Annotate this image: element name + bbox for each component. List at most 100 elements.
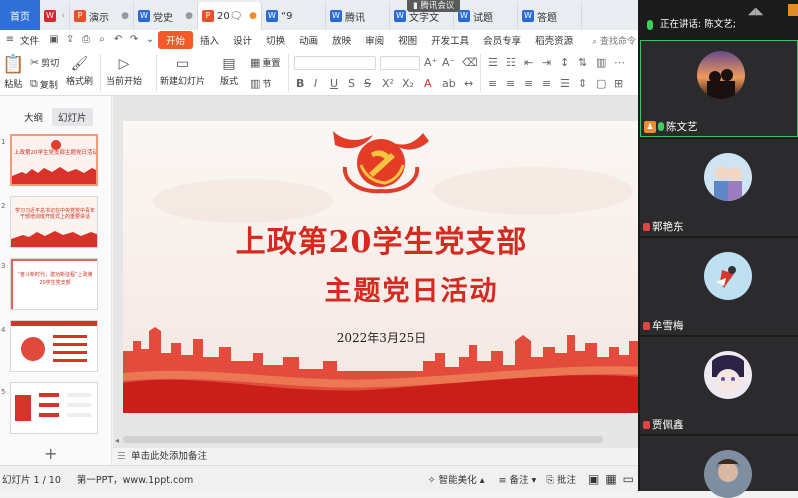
menu-member[interactable]: 会员专享 <box>476 33 528 47</box>
hamburger-menu-icon[interactable]: ≡ <box>3 33 17 47</box>
font-size-field[interactable] <box>380 56 420 70</box>
increase-indent-icon[interactable]: ⇥ <box>542 56 551 69</box>
wps-app-tab[interactable]: W ‹ <box>40 2 70 30</box>
menu-insert[interactable]: 插入 <box>193 33 226 47</box>
menu-review[interactable]: 审阅 <box>358 33 391 47</box>
bullet-list-icon[interactable]: ☰ <box>488 56 498 69</box>
undo-icon[interactable]: ↶ <box>111 33 125 47</box>
tab-close-icon[interactable]: ● <box>185 11 193 21</box>
participant-tile-5[interactable] <box>640 436 798 498</box>
cut-button[interactable]: ✂ 剪切 <box>30 56 59 69</box>
text-highlight-icon[interactable]: ab <box>442 77 456 90</box>
line-spacing-icon[interactable]: ↕ <box>560 56 569 69</box>
section-button[interactable]: ▥ 节 <box>250 77 271 90</box>
columns-icon[interactable]: ▥ <box>596 56 606 69</box>
scroll-left-icon[interactable]: ◂ <box>115 436 119 445</box>
smart-art-icon[interactable]: ⊞ <box>614 77 623 90</box>
print-icon[interactable]: ⎙ <box>79 33 93 47</box>
font-name-field[interactable] <box>294 56 376 70</box>
slide-thumbnail-1[interactable]: 上政第20学生党支部主题党日活动 <box>10 134 98 186</box>
strikethrough-icon[interactable]: S <box>364 77 371 90</box>
align-center-icon[interactable]: ≡ <box>506 77 515 90</box>
export-icon[interactable]: ⇪ <box>63 33 77 47</box>
decrease-indent-icon[interactable]: ⇤ <box>524 56 533 69</box>
reading-view-icon[interactable]: ▭ <box>623 472 634 486</box>
align-right-icon[interactable]: ≡ <box>524 77 533 90</box>
copy-button[interactable]: ⧉ 复制 <box>30 77 58 91</box>
clear-format-icon[interactable]: ⌫ <box>462 56 478 69</box>
menu-design[interactable]: 设计 <box>226 33 259 47</box>
format-painter-button[interactable]: 🖌 格式刷 <box>66 56 93 87</box>
bold-icon[interactable]: B <box>296 77 304 90</box>
italic-icon[interactable]: I <box>314 77 317 90</box>
notes-toggle-button[interactable]: ≡ 备注 ▾ <box>498 472 536 486</box>
menu-home[interactable]: 开始 <box>158 31 194 49</box>
layout-button[interactable]: ▤ 版式 <box>220 56 238 87</box>
slide-date[interactable]: 2022年3月25日 <box>123 329 640 346</box>
slide-thumbnail-4[interactable] <box>10 320 98 372</box>
file-tab-2[interactable]: W 党史 ● <box>134 2 198 30</box>
reset-button[interactable]: ▦ 重置 <box>250 56 280 69</box>
menu-slideshow[interactable]: 放映 <box>325 33 358 47</box>
customize-dropdown-icon[interactable]: ⌄ <box>143 33 157 47</box>
slide-title[interactable]: 上政第20学生党支部 <box>123 217 640 261</box>
grow-font-icon[interactable]: A⁺ <box>424 56 437 69</box>
back-arrow-icon[interactable]: ‹ <box>61 11 65 21</box>
participant-tile-1[interactable]: ♟ 陈文艺 <box>640 40 798 137</box>
home-tab[interactable]: 首页 <box>0 0 40 30</box>
menu-view[interactable]: 视图 <box>391 33 424 47</box>
print-preview-icon[interactable]: ⌕ <box>95 33 109 47</box>
participant-tile-2[interactable]: 郭艳东 <box>640 139 798 236</box>
file-tab-7[interactable]: W 试题 <box>454 2 518 30</box>
tab-outline[interactable]: 大纲 <box>18 108 49 126</box>
slide-thumbnail-3[interactable]: “奋斗新时代，建功新征程”上政第20学生党支部 <box>10 258 98 310</box>
slide-thumbnail-5[interactable] <box>10 382 98 434</box>
paste-button[interactable]: 📋 粘贴 <box>2 54 24 90</box>
redo-icon[interactable]: ↷ <box>127 33 141 47</box>
more-icon[interactable]: ⋯ <box>614 56 625 69</box>
save-icon[interactable]: ▣ <box>47 33 61 47</box>
numbered-list-icon[interactable]: ☷ <box>506 56 516 69</box>
subscript-icon[interactable]: X₂ <box>402 77 414 90</box>
font-color-icon[interactable]: A <box>424 77 432 90</box>
underline-icon[interactable]: U <box>330 77 338 90</box>
char-spacing-icon[interactable]: ↔ <box>464 77 473 90</box>
superscript-icon[interactable]: X² <box>382 77 394 90</box>
text-direction-icon[interactable]: ⇅ <box>578 56 587 69</box>
file-tab-4[interactable]: W “9 <box>262 2 326 30</box>
distribute-icon[interactable]: ☰ <box>560 77 570 90</box>
slide-thumbnail-2[interactable]: 学习习近平总书记在中央党校中青年干部培训班开班式上的重要讲话 <box>10 196 98 248</box>
participant-tile-3[interactable]: 牟雪梅 <box>640 238 798 335</box>
meeting-app-badge[interactable]: ▮ 腾讯会议 <box>407 0 461 12</box>
file-tab-5[interactable]: W 腾讯 <box>326 2 390 30</box>
justify-icon[interactable]: ≡ <box>542 77 551 90</box>
file-tab-1[interactable]: P 演示 ● <box>70 2 134 30</box>
slide-sorter-view-icon[interactable]: ▦ <box>605 472 616 486</box>
file-tab-active[interactable]: P 20🗨 ● <box>198 2 262 30</box>
menu-file[interactable]: 文件 <box>18 33 46 47</box>
menu-developer[interactable]: 开发工具 <box>424 33 476 47</box>
new-slide-button[interactable]: ▭ 新建幻灯片 <box>160 56 205 87</box>
horizontal-scrollbar[interactable] <box>123 436 603 443</box>
add-slide-icon[interactable]: + <box>44 444 57 463</box>
smart-beautify-button[interactable]: ✧ 智能美化 ▴ <box>428 472 485 486</box>
tab-close-icon[interactable]: ● <box>121 11 129 21</box>
text-box-icon[interactable]: ▢ <box>596 77 606 90</box>
command-search[interactable]: ⌕ 查找命令 <box>592 34 636 47</box>
shadow-icon[interactable]: S <box>348 77 355 90</box>
tab-slides[interactable]: 幻灯片 <box>52 108 93 126</box>
play-from-current-button[interactable]: ▷ 当前开始 <box>106 56 142 87</box>
slide-subtitle[interactable]: 主题党日活动 <box>123 269 640 308</box>
file-tab-8[interactable]: W 答题 <box>518 2 582 30</box>
menu-docer[interactable]: 稻壳资源 <box>528 33 580 47</box>
annotate-button[interactable]: ⎘ 批注 <box>546 472 576 486</box>
align-left-icon[interactable]: ≡ <box>488 77 497 90</box>
menu-transition[interactable]: 切换 <box>259 33 292 47</box>
shrink-font-icon[interactable]: A⁻ <box>442 56 455 69</box>
participant-tile-4[interactable]: 贾佩鑫 <box>640 337 798 434</box>
normal-view-icon[interactable]: ▣ <box>588 472 599 486</box>
menu-animation[interactable]: 动画 <box>292 33 325 47</box>
current-slide[interactable]: 上政第20学生党支部 主题党日活动 2022年3月25日 <box>123 121 640 413</box>
vertical-align-icon[interactable]: ⇕ <box>578 77 587 90</box>
notes-pane[interactable]: ☰ 单击此处添加备注 <box>113 448 640 465</box>
